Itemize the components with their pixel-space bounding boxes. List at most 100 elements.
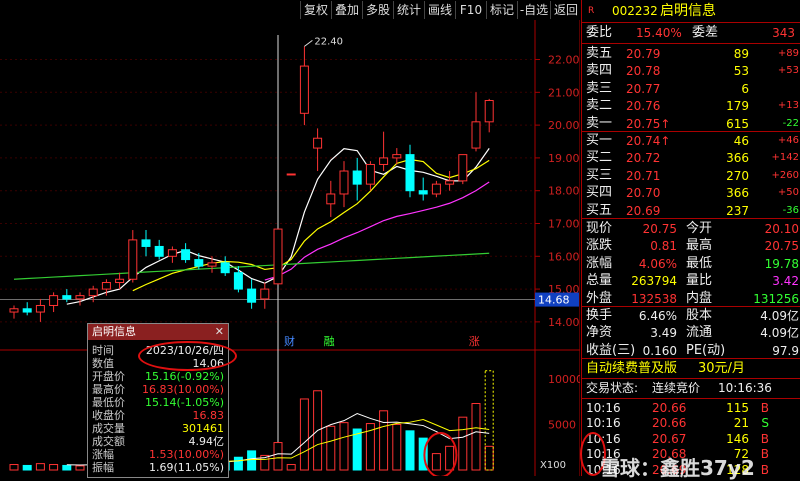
mark-button[interactable]: 标记 bbox=[486, 1, 517, 19]
tooltip-label: 时间 bbox=[92, 344, 114, 357]
tooltip-header: 启明信息 ✕ bbox=[88, 324, 228, 340]
back-button[interactable]: 返回 bbox=[550, 1, 581, 19]
volume-bar bbox=[445, 445, 455, 471]
candle bbox=[167, 246, 177, 263]
candle bbox=[286, 173, 296, 176]
quote-row: 外盘 132538 内盘 131256 bbox=[582, 290, 800, 308]
tooltip-value: 1.53(10.00%) bbox=[148, 448, 224, 461]
weibi-label: 委比 bbox=[586, 25, 613, 40]
level-volume: 53 bbox=[733, 64, 749, 79]
level-price: 20.78 bbox=[626, 64, 661, 79]
tooltip-row: 涨幅 1.53(10.00%) bbox=[88, 448, 228, 461]
stat-value: 4.09亿 bbox=[760, 326, 799, 341]
stat-label: 净资 bbox=[586, 325, 613, 341]
level-label: 买二 bbox=[586, 150, 613, 166]
stat-label: 总量 bbox=[586, 273, 613, 289]
level-price: 20.76 bbox=[626, 99, 661, 114]
quote-row: 涨跌 0.81 最高 20.75 bbox=[582, 237, 800, 255]
level-price: 20.74↑ bbox=[626, 134, 671, 148]
sell-level-row: 卖四 20.78 53 +53 bbox=[582, 62, 800, 80]
volume-bar bbox=[247, 450, 257, 471]
candle bbox=[247, 279, 257, 309]
stat-value: 6.46% bbox=[638, 309, 677, 323]
price-tick-label: 16.00 bbox=[548, 250, 580, 263]
level-label: 卖五 bbox=[586, 46, 613, 61]
candle-body bbox=[286, 173, 296, 176]
candle-body bbox=[128, 239, 138, 280]
trade-status-row: 交易状态: 连续竞价 10:16:36 bbox=[582, 379, 800, 397]
stat-value: 132538 bbox=[631, 291, 677, 306]
level-volume: 366 bbox=[726, 151, 749, 166]
stat-value: 3.42 bbox=[772, 274, 799, 289]
statistics-button[interactable]: 统计 bbox=[393, 1, 424, 19]
restore-rights-button[interactable]: 复权 bbox=[300, 1, 331, 19]
weibi-value: 15.40% bbox=[636, 26, 682, 40]
candle-body bbox=[22, 308, 32, 313]
stat-value: 19.78 bbox=[764, 256, 799, 271]
candle bbox=[352, 157, 362, 201]
candle-body bbox=[9, 308, 19, 313]
price-tick-label: 14.00 bbox=[548, 316, 580, 329]
candle bbox=[418, 177, 428, 201]
candle-body bbox=[167, 249, 177, 257]
level-volume: 46 bbox=[733, 134, 749, 148]
volume-bar bbox=[458, 416, 468, 471]
volume-series bbox=[9, 370, 494, 471]
candle bbox=[75, 292, 85, 306]
volume-bar bbox=[471, 403, 481, 471]
candle bbox=[339, 161, 349, 208]
candle bbox=[181, 243, 191, 263]
volume-bar bbox=[326, 425, 336, 471]
tooltip-label: 振幅 bbox=[92, 461, 114, 474]
level-volume: 270 bbox=[726, 168, 749, 183]
candle bbox=[471, 92, 481, 152]
stat-value: 20.75 bbox=[764, 239, 799, 254]
remove-watchlist-button[interactable]: -自选 bbox=[517, 1, 550, 19]
subscription-ad[interactable]: 自动续费普及版 30元/月 bbox=[582, 360, 800, 378]
quote-row: 现价 20.75 今开 20.10 bbox=[582, 220, 800, 238]
level-change: +50 bbox=[777, 187, 799, 199]
price-tick-label: 20.00 bbox=[548, 119, 580, 132]
buy-level-row: 买四 20.70 366 +50 bbox=[582, 184, 800, 202]
close-icon[interactable]: ✕ bbox=[215, 324, 224, 340]
candle-body bbox=[326, 193, 336, 205]
candle bbox=[273, 228, 283, 285]
rank-badge: R bbox=[588, 6, 595, 16]
overlay-button[interactable]: 叠加 bbox=[331, 1, 362, 19]
volume-bar bbox=[392, 423, 402, 471]
f10-button[interactable]: F10 bbox=[455, 1, 486, 19]
stat-value: 4.09亿 bbox=[760, 309, 799, 323]
candle-body bbox=[339, 170, 349, 195]
stat-label: 量比 bbox=[686, 273, 713, 289]
level-price: 20.72 bbox=[626, 151, 661, 166]
candle-body bbox=[75, 295, 85, 300]
level-label: 卖四 bbox=[586, 63, 613, 79]
candle-body bbox=[35, 304, 45, 313]
tooltip-label: 涨幅 bbox=[92, 448, 114, 461]
stat-label: 今开 bbox=[686, 221, 713, 236]
level-change: +89 bbox=[777, 48, 799, 59]
buy-level-row: 买三 20.71 270 +260 bbox=[582, 167, 800, 185]
draw-line-button[interactable]: 画线 bbox=[424, 1, 455, 19]
price-tick-label: 19.00 bbox=[548, 152, 580, 165]
candle bbox=[260, 282, 270, 309]
level-price: 20.70 bbox=[626, 186, 661, 201]
volume-bar bbox=[352, 428, 362, 471]
watermark: 雪球：鑫胜37y2 bbox=[600, 456, 755, 480]
candle-body bbox=[458, 154, 468, 182]
stat-label: 股本 bbox=[686, 308, 713, 323]
candle bbox=[379, 131, 389, 172]
candle bbox=[458, 154, 468, 185]
volume-bar bbox=[9, 464, 19, 471]
candle bbox=[49, 292, 59, 313]
level-label: 卖二 bbox=[586, 98, 613, 114]
volume-bar bbox=[379, 410, 389, 471]
candle bbox=[62, 289, 72, 303]
candle-body bbox=[260, 288, 270, 300]
volume-bar bbox=[405, 430, 415, 471]
candle bbox=[22, 302, 32, 316]
candle-body bbox=[484, 100, 494, 123]
stat-value: 0.81 bbox=[650, 239, 677, 254]
tooltip-row: 收盘价 16.83 bbox=[88, 409, 228, 422]
multi-stock-button[interactable]: 多股 bbox=[362, 1, 393, 19]
